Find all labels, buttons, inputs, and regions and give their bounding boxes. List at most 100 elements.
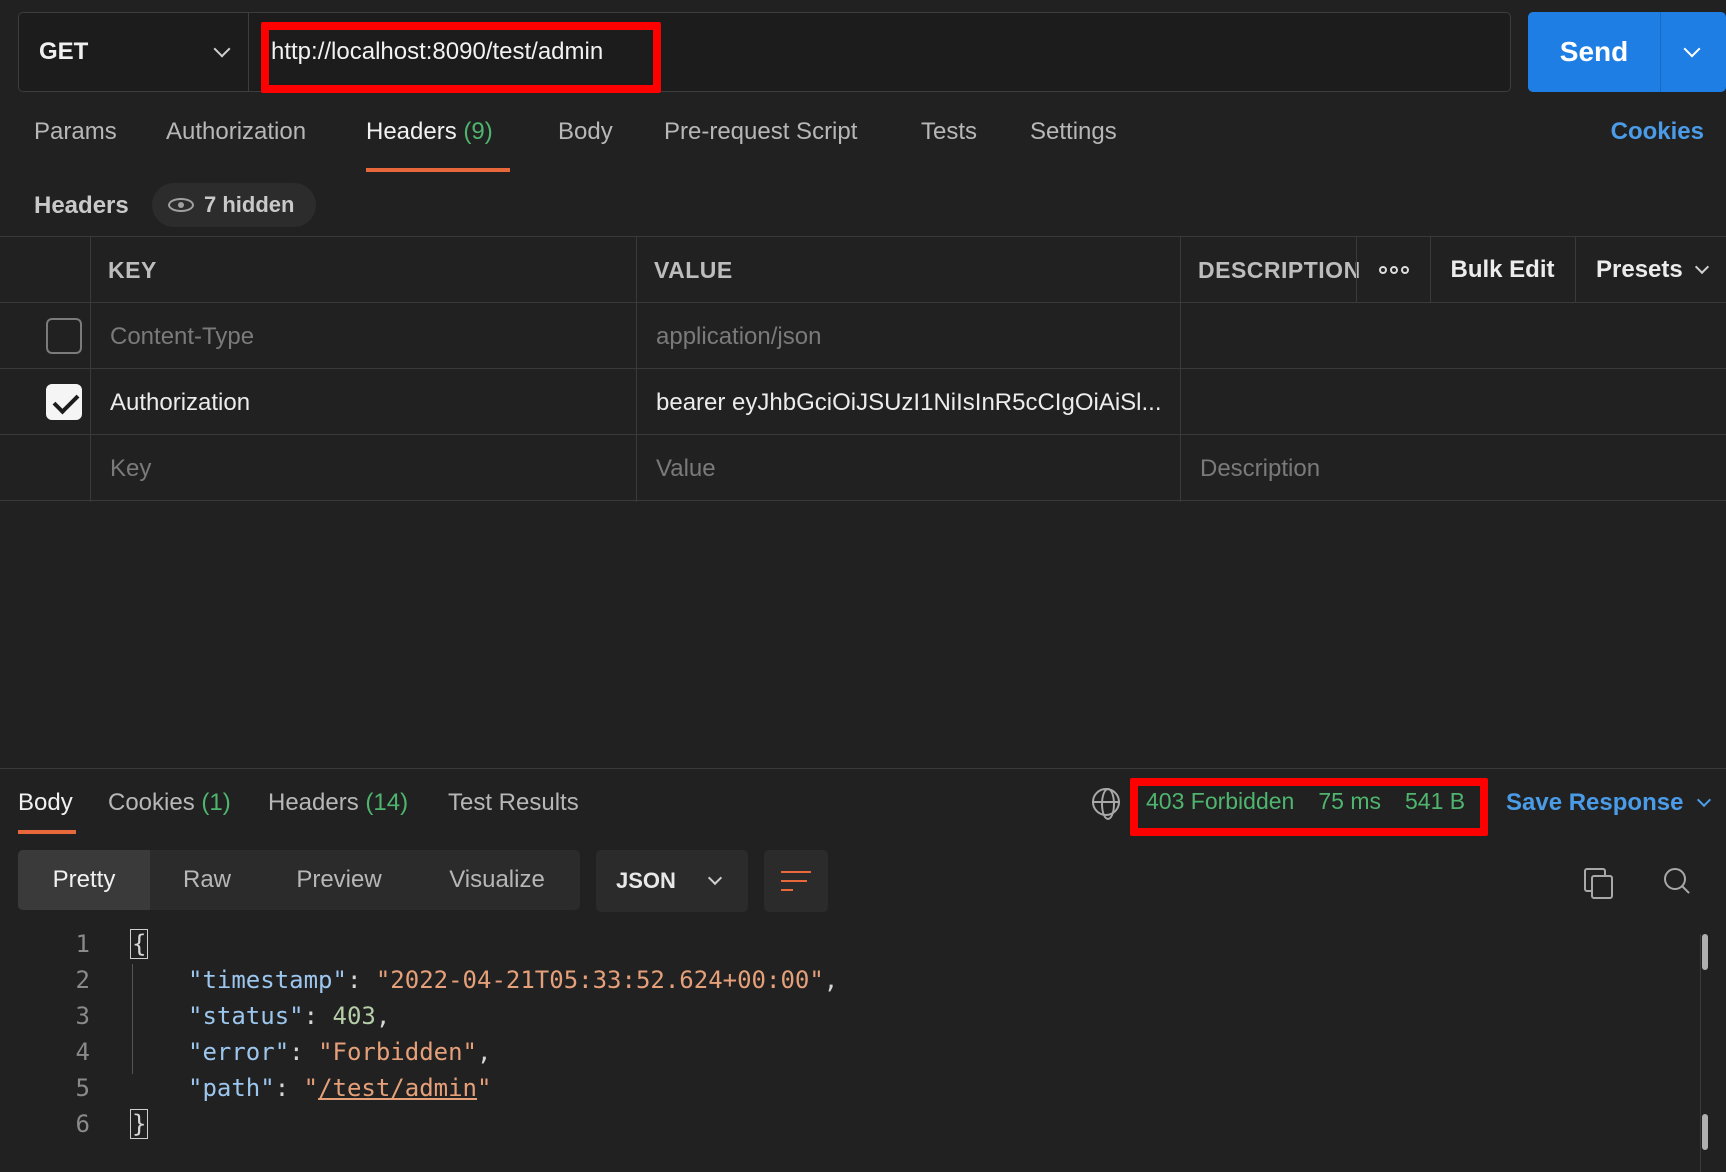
code-line: 6 } [0,1109,149,1146]
eye-icon [168,198,194,212]
table-row: Authorization bearer eyJhbGciOiJSUzI1NiI… [0,369,1726,435]
scrollbar-thumb[interactable] [1702,1114,1708,1150]
tab-headers-count: (9) [463,118,493,145]
view-raw-button[interactable]: Raw [150,850,264,910]
json-number: 403 [332,1002,376,1030]
line-number: 3 [75,1002,90,1030]
row-checkbox[interactable] [46,384,82,420]
new-value-input[interactable]: Value [656,455,716,483]
send-options-button[interactable] [1661,40,1723,58]
response-tab-headers-count: (14) [365,789,409,816]
response-time: 75 ms [1318,788,1381,814]
code-line: 5 "path": "/test/admin" [0,1074,492,1110]
request-bar: GET http://localhost:8090/test/admin [18,12,1511,92]
cookies-link[interactable]: Cookies [1611,118,1704,146]
json-key: "timestamp" [188,966,347,994]
active-response-tab-indicator [18,830,76,834]
column-header-key: KEY [108,257,157,283]
url-highlight-box [261,22,661,93]
chevron-down-icon [1683,40,1701,58]
method-select[interactable]: GET [19,13,249,91]
header-key-cell[interactable]: Content-Type [110,323,254,351]
tab-prerequest-script[interactable]: Pre-request Script [664,118,857,146]
response-tab-body[interactable]: Body [18,789,73,817]
header-value-cell[interactable]: bearer eyJhbGciOiJSUzI1NiIsInR5cCIgOiAiS… [656,389,1162,417]
indent-guide [132,964,133,1074]
more-horizontal-icon [1378,265,1409,274]
more-options-button[interactable] [1356,237,1430,302]
presets-label: Presets [1596,255,1683,283]
response-size: 541 B [1404,788,1466,814]
json-path-link[interactable]: /test/admin [318,1074,477,1102]
headers-table: KEY VALUE DESCRIPTION Bulk Edit Presets … [0,236,1726,502]
code-text: "timestamp": "2022-04-21T05:33:52.624+00… [188,966,839,994]
tab-body[interactable]: Body [558,118,613,146]
view-preview-button[interactable]: Preview [264,850,414,910]
save-response-label: Save Response [1506,789,1684,816]
tab-headers-label: Headers [366,118,457,145]
code-line: 1 { [0,929,149,966]
tab-tests[interactable]: Tests [921,118,977,146]
view-mode-group: Pretty Raw Preview Visualize [18,850,580,910]
format-label: JSON [616,868,676,893]
header-value-cell[interactable]: application/json [656,323,821,351]
code-text: "status": 403, [188,1002,391,1030]
scrollbar-thumb[interactable] [1702,934,1708,970]
view-pretty-button[interactable]: Pretty [18,850,150,910]
json-key: "path" [188,1074,275,1102]
close-brace: } [130,1109,149,1139]
response-tab-headers-label: Headers [268,789,359,816]
chevron-down-icon [1697,792,1712,808]
request-tabs: Params Authorization Headers (9) Body Pr… [0,118,1726,178]
tab-settings[interactable]: Settings [1030,118,1117,146]
response-status[interactable]: 403 Forbidden 75 ms 541 B [1146,788,1465,815]
wrap-lines-icon [781,870,811,892]
row-checkbox[interactable] [46,318,82,354]
new-description-input[interactable]: Description [1200,455,1320,483]
globe-icon[interactable] [1092,788,1120,820]
scrollbar-track [1700,934,1701,1172]
line-number: 4 [75,1038,90,1066]
tab-headers[interactable]: Headers (9) [366,118,493,146]
hidden-headers-label: 7 hidden [204,192,295,217]
response-divider [0,768,1726,769]
chevron-down-icon [1694,259,1709,274]
headers-section-title: Headers [34,192,129,219]
chevron-down-icon [213,40,231,58]
bulk-edit-button[interactable]: Bulk Edit [1430,237,1574,302]
send-button[interactable]: Send [1528,12,1726,92]
header-key-cell[interactable]: Authorization [110,389,250,417]
column-divider [636,237,637,502]
open-brace: { [130,929,149,959]
table-header-row: KEY VALUE DESCRIPTION Bulk Edit Presets [0,237,1726,303]
table-row-new: Key Value Description [0,435,1726,501]
column-divider [90,237,91,502]
view-visualize-button[interactable]: Visualize [414,850,580,910]
wrap-lines-button[interactable] [764,850,828,912]
tab-params[interactable]: Params [34,118,117,146]
method-label: GET [39,38,89,65]
presets-dropdown[interactable]: Presets [1575,237,1726,302]
column-header-value: VALUE [654,257,733,283]
response-tab-test-results[interactable]: Test Results [448,789,579,817]
response-tab-cookies[interactable]: Cookies (1) [108,789,231,817]
search-icon[interactable] [1664,868,1694,898]
line-number: 2 [75,966,90,994]
chevron-down-icon [707,870,723,886]
line-number: 6 [75,1110,90,1138]
new-key-input[interactable]: Key [110,455,151,483]
format-dropdown[interactable]: JSON [596,850,748,912]
copy-icon[interactable] [1584,868,1613,899]
response-tab-headers[interactable]: Headers (14) [268,789,408,817]
table-row: Content-Type application/json [0,303,1726,369]
column-header-description: DESCRIPTION [1198,257,1361,283]
line-number: 5 [75,1074,90,1102]
line-number: 1 [75,930,90,958]
code-text: { [130,929,149,959]
code-text: } [130,1109,149,1139]
hidden-headers-toggle[interactable]: 7 hidden [152,183,316,227]
save-response-button[interactable]: Save Response [1506,789,1712,817]
json-string: "Forbidden" [318,1038,478,1066]
tab-authorization[interactable]: Authorization [166,118,306,146]
json-key: "error" [188,1038,290,1066]
